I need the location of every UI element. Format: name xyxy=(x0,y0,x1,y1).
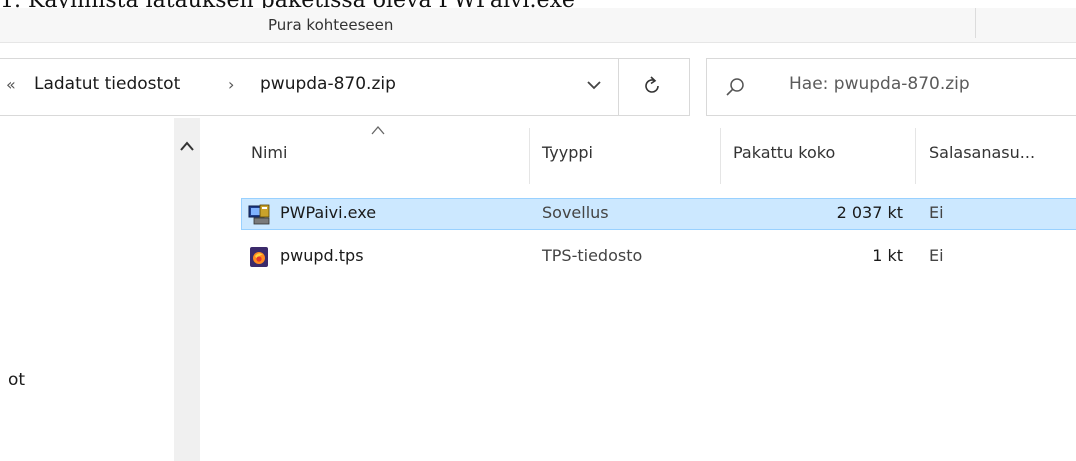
file-type: Sovellus xyxy=(542,203,609,222)
address-history-dropdown-icon[interactable] xyxy=(586,80,602,90)
column-header-packed-size[interactable]: Pakattu koko xyxy=(733,143,835,162)
breadcrumb-separator-icon[interactable]: › xyxy=(228,75,234,94)
file-name[interactable]: pwupd.tps xyxy=(280,246,364,265)
search-icon xyxy=(726,78,744,96)
column-header-name[interactable]: Nimi xyxy=(251,143,287,162)
column-header-password[interactable]: Salasanasu... xyxy=(929,143,1035,162)
application-exe-icon xyxy=(248,204,270,225)
firefox-document-icon xyxy=(250,247,268,267)
column-divider[interactable] xyxy=(720,128,721,184)
file-name[interactable]: PWPaivi.exe xyxy=(280,203,376,222)
navigation-pane xyxy=(0,118,176,461)
file-row-pwupd[interactable] xyxy=(241,241,1076,273)
extract-to-button[interactable]: Pura kohteeseen xyxy=(268,16,393,34)
column-divider[interactable] xyxy=(915,128,916,184)
file-password-protected: Ei xyxy=(929,246,944,265)
breadcrumb-item-downloads[interactable]: Ladatut tiedostot xyxy=(34,74,180,94)
ribbon-divider xyxy=(975,8,976,38)
ribbon-toolbar xyxy=(0,8,1076,43)
column-divider[interactable] xyxy=(529,128,530,184)
file-password-protected: Ei xyxy=(929,203,944,222)
file-type: TPS-tiedosto xyxy=(542,246,643,265)
sort-ascending-icon xyxy=(371,126,385,135)
breadcrumb-overflow-icon[interactable]: « xyxy=(6,75,16,94)
scroll-up-icon[interactable] xyxy=(179,140,195,152)
refresh-icon[interactable] xyxy=(640,74,664,98)
search-input[interactable]: Hae: pwupda-870.zip xyxy=(789,74,970,94)
file-packed-size: 1 kt xyxy=(872,246,903,265)
navigation-scrollbar[interactable] xyxy=(174,118,200,461)
breadcrumb-item-zip[interactable]: pwupda-870.zip xyxy=(260,74,396,94)
nav-item-partial[interactable]: ot xyxy=(8,370,25,390)
column-header-type[interactable]: Tyyppi xyxy=(542,143,593,162)
file-packed-size: 2 037 kt xyxy=(836,203,903,222)
